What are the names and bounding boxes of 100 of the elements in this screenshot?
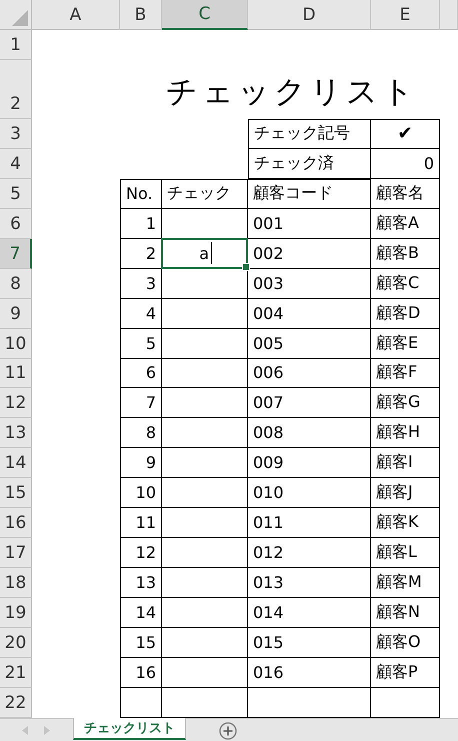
column-header[interactable]: B xyxy=(120,0,162,30)
code-cell: 015 xyxy=(248,628,371,658)
name-cell: 顧客L xyxy=(371,538,440,568)
column-header-strip xyxy=(440,0,458,30)
setting-label: チェック済 xyxy=(248,148,371,179)
row-header[interactable]: 8 xyxy=(0,268,32,299)
check-cell[interactable] xyxy=(162,508,248,538)
name-cell: 顧客O xyxy=(371,628,440,658)
number-cell: 4 xyxy=(120,298,162,329)
name-cell: 顧客C xyxy=(371,268,440,299)
column-header[interactable]: C xyxy=(162,0,248,30)
code-cell: 005 xyxy=(248,328,371,358)
check-cell[interactable] xyxy=(162,328,248,358)
column-header[interactable]: A xyxy=(32,0,120,30)
code-cell: 003 xyxy=(248,268,371,299)
number-cell: 2 xyxy=(120,238,162,269)
number-cell: 5 xyxy=(120,328,162,358)
setting-value: ✔ xyxy=(371,119,440,149)
code-cell: 001 xyxy=(248,208,371,239)
name-cell: 顧客F xyxy=(371,358,440,388)
row-header[interactable]: 11 xyxy=(0,358,32,388)
row-header[interactable]: 12 xyxy=(0,388,32,418)
check-cell[interactable] xyxy=(162,568,248,598)
check-cell[interactable] xyxy=(162,388,248,418)
check-cell[interactable] xyxy=(162,658,248,688)
number-cell: 8 xyxy=(120,418,162,448)
name-cell: 顧客N xyxy=(371,598,440,628)
row-header[interactable]: 2 xyxy=(0,60,32,119)
row-header[interactable]: 19 xyxy=(0,598,32,628)
number-cell: 14 xyxy=(120,598,162,628)
code-cell: 013 xyxy=(248,568,371,598)
row-header[interactable]: 4 xyxy=(0,148,32,179)
table-header: 顧客コード xyxy=(248,178,371,209)
number-cell: 9 xyxy=(120,448,162,478)
name-cell: 顧客J xyxy=(371,478,440,508)
sheet-title: チェックリスト xyxy=(166,75,418,111)
setting-label: チェック記号 xyxy=(248,119,371,149)
code-cell: 007 xyxy=(248,388,371,418)
sheet-tab[interactable]: チェックリスト xyxy=(73,718,186,740)
number-cell: 1 xyxy=(120,208,162,239)
row-header[interactable]: 18 xyxy=(0,568,32,598)
row-header[interactable]: 16 xyxy=(0,508,32,538)
fill-handle[interactable] xyxy=(242,262,250,271)
code-cell: 012 xyxy=(248,538,371,568)
name-cell: 顧客P xyxy=(371,658,440,688)
text-cursor xyxy=(211,242,212,264)
column-header[interactable]: E xyxy=(371,0,440,30)
add-sheet-icon[interactable] xyxy=(219,722,237,740)
check-cell[interactable] xyxy=(162,298,248,329)
code-cell: 011 xyxy=(248,508,371,538)
number-cell: 13 xyxy=(120,568,162,598)
number-cell: 3 xyxy=(120,268,162,299)
row-header[interactable]: 1 xyxy=(0,30,32,60)
number-cell: 11 xyxy=(120,508,162,538)
name-cell: 顧客A xyxy=(371,208,440,239)
number-cell: 6 xyxy=(120,358,162,388)
name-cell: 顧客K xyxy=(371,508,440,538)
check-cell[interactable] xyxy=(162,358,248,388)
corner-triangle-icon xyxy=(12,10,28,26)
row-header[interactable]: 21 xyxy=(0,658,32,688)
check-cell[interactable] xyxy=(162,628,248,658)
row-header[interactable]: 20 xyxy=(0,628,32,658)
row-header[interactable]: 7 xyxy=(0,238,32,269)
table-header: チェック xyxy=(162,178,248,209)
table-header: 顧客名 xyxy=(371,178,440,209)
check-cell[interactable] xyxy=(162,268,248,299)
check-cell[interactable] xyxy=(162,418,248,448)
name-cell: 顧客M xyxy=(371,568,440,598)
name-cell: 顧客D xyxy=(371,298,440,329)
code-cell: 009 xyxy=(248,448,371,478)
name-cell: 顧客B xyxy=(371,238,440,269)
active-cell[interactable]: a xyxy=(161,238,248,269)
column-header[interactable]: D xyxy=(248,0,371,30)
code-cell: 016 xyxy=(248,658,371,688)
name-cell: 顧客H xyxy=(371,418,440,448)
check-cell[interactable] xyxy=(162,448,248,478)
row-header[interactable]: 5 xyxy=(0,178,32,209)
code-cell: 008 xyxy=(248,418,371,448)
row-header[interactable]: 10 xyxy=(0,328,32,358)
check-cell[interactable] xyxy=(162,598,248,628)
number-cell: 15 xyxy=(120,628,162,658)
check-cell[interactable] xyxy=(162,538,248,568)
code-cell: 002 xyxy=(248,238,371,269)
code-cell: 010 xyxy=(248,478,371,508)
row-header[interactable]: 14 xyxy=(0,448,32,478)
row-header[interactable]: 3 xyxy=(0,119,32,149)
code-cell: 006 xyxy=(248,358,371,388)
row-header[interactable]: 17 xyxy=(0,538,32,568)
number-cell: 16 xyxy=(120,658,162,688)
check-cell[interactable] xyxy=(162,478,248,508)
name-cell: 顧客E xyxy=(371,328,440,358)
code-cell: 004 xyxy=(248,298,371,329)
row-header[interactable]: 13 xyxy=(0,418,32,448)
code-cell: 014 xyxy=(248,598,371,628)
setting-value: 0 xyxy=(371,148,440,179)
row-header[interactable]: 9 xyxy=(0,298,32,329)
row-header[interactable]: 22 xyxy=(0,688,32,718)
row-header[interactable]: 15 xyxy=(0,478,32,508)
number-cell: 12 xyxy=(120,538,162,568)
row-header[interactable]: 6 xyxy=(0,208,32,239)
